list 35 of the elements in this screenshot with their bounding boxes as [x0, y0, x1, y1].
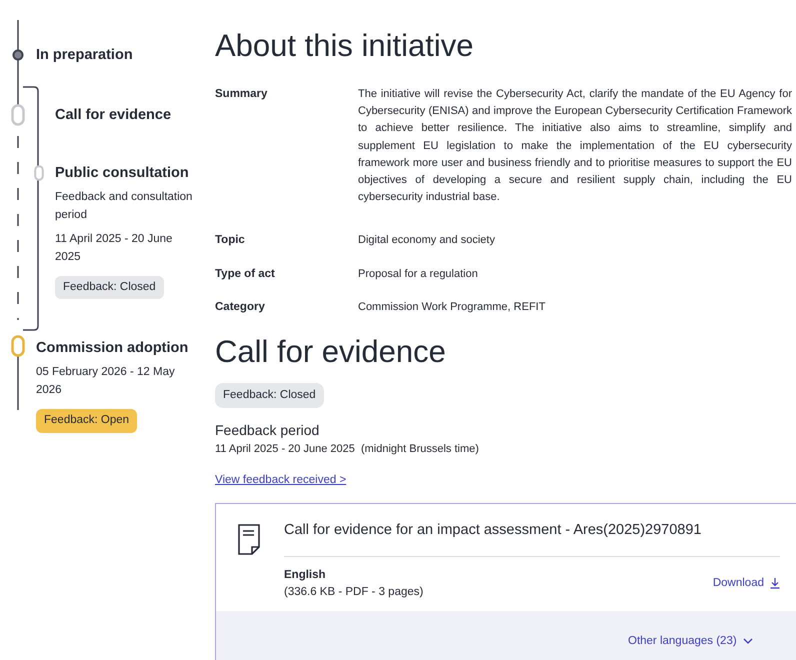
- field-value: The initiative will revise the Cybersecurity Act, clarify the mandate of the EU Agency for Cybersecurity (ENISA) and improve the European Cybersecurity Certification Framework to achieve better resilience. The initiative also aims to streamline, simplify and supplement EU legislation to make the implementation of the EU cybersecurity framework more user and business friendly and to prioritise measures to support the EU objectives of developing a secure and resilient supply chain, including the EU cybersecurity industrial base.: [358, 87, 792, 206]
- feedback-link[interactable]: View feedback received >: [215, 472, 346, 490]
- field-label: Category: [215, 300, 266, 315]
- download-link[interactable]: Download: [712, 575, 780, 593]
- period-dates: 11 April 2025 - 20 June 2025 (midnight Brussels time): [215, 442, 480, 458]
- other-languages-toggle[interactable]: Other languages (23): [628, 632, 753, 650]
- field-label: Topic: [215, 233, 246, 248]
- stage-description: Feedback and consultation period: [55, 190, 194, 223]
- chevron-down-icon: [742, 638, 753, 645]
- field-label: Type of act: [215, 266, 276, 282]
- feedback-status-badge: Feedback: Closed: [215, 383, 324, 408]
- stage-marker-icon: [11, 104, 25, 126]
- field-value: Commission Work Programme, REFIT: [358, 300, 546, 315]
- stage-marker-icon: [11, 335, 25, 358]
- stage-title: Commission adoption: [36, 339, 186, 358]
- stage-title: Call for evidence: [55, 106, 172, 124]
- stage-marker-icon: [34, 165, 44, 181]
- download-icon: [770, 578, 780, 590]
- field-value: Digital economy and society: [358, 233, 496, 248]
- stage-title: In preparation: [36, 46, 134, 64]
- stage-dates: 11 April 2025 - 20 June 2025: [55, 232, 174, 265]
- section-heading: Call for evidence: [215, 334, 447, 370]
- stage-dates: 05 February 2026 - 12 May 2026: [36, 365, 176, 398]
- stage-title: Public consultation: [55, 164, 190, 182]
- section-heading: About this initiative: [215, 28, 474, 64]
- document-title: Call for evidence for an impact assessment - Ares(2025)2970891: [284, 520, 780, 557]
- document-icon: [238, 524, 260, 555]
- document-language: English: [284, 568, 327, 583]
- period-title: Feedback period: [215, 421, 320, 440]
- document-details: (336.6 KB - PDF - 3 pages): [284, 584, 424, 600]
- field-value: Proposal for a regulation: [358, 266, 479, 282]
- field-label: Summary: [215, 87, 268, 102]
- feedback-status-badge: Feedback: Open: [36, 409, 138, 432]
- feedback-status-badge: Feedback: Closed: [55, 276, 164, 300]
- stage-dot-icon: [12, 49, 24, 61]
